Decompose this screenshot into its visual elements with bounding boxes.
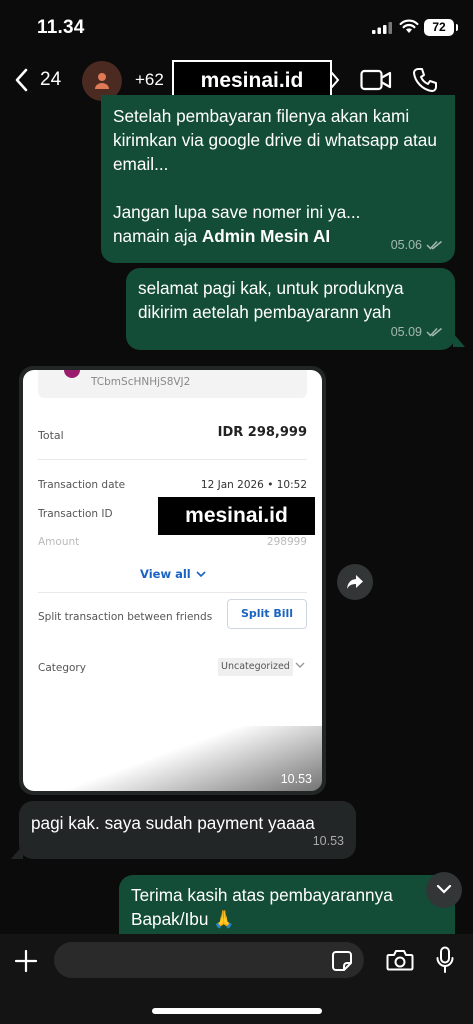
receipt-amount-value: 298999 (266, 536, 307, 548)
person-icon (95, 73, 109, 89)
message-time: 05.06 (390, 238, 422, 252)
status-time: 11.34 (37, 17, 85, 38)
message-meta: 05.09 (391, 320, 443, 344)
divider (38, 592, 307, 593)
status-bar: 11.34 72 (0, 0, 473, 52)
message-time: 05.09 (390, 325, 422, 339)
message-meta: 05.06 (391, 233, 443, 257)
chevron-down-icon (436, 884, 452, 894)
home-indicator[interactable] (152, 1008, 322, 1014)
battery-icon: 72 (424, 19, 458, 36)
camera-icon[interactable] (386, 948, 414, 972)
receipt-total-value: IDR 298,999 (217, 425, 307, 440)
watermark-label: mesinai.id (158, 497, 315, 535)
bubble-tail (453, 333, 465, 347)
bubble-tail (11, 845, 23, 859)
message-bubble-outgoing[interactable]: Terima kasih atas pembayarannya Bapak/Ib… (119, 875, 455, 937)
back-icon[interactable] (14, 68, 30, 92)
receipt-amount-label: Amount (38, 536, 80, 548)
plus-icon[interactable] (14, 949, 38, 973)
split-bill-button: Split Bill (227, 599, 307, 629)
receipt-total-label: Total (38, 429, 64, 442)
microphone-icon[interactable] (435, 946, 455, 974)
merchant-logo (64, 370, 80, 378)
message-bubble-outgoing[interactable]: Setelah pembayaran filenya akan kami kir… (101, 95, 455, 263)
sticker-icon[interactable] (331, 950, 353, 972)
receipt-id-label: Transaction ID (38, 508, 113, 520)
category-label: Category (38, 662, 86, 674)
image-shade (23, 726, 322, 791)
message-time: 10.53 (312, 834, 344, 848)
chevron-right-icon[interactable] (330, 71, 340, 89)
message-text-body: Setelah pembayaran filenya akan kami kir… (113, 106, 437, 246)
phone-icon[interactable] (412, 67, 438, 93)
message-meta: 10.53 (313, 829, 344, 853)
double-check-icon (426, 240, 442, 250)
chevron-down-icon (295, 662, 305, 668)
receipt-date-label: Transaction date (38, 479, 126, 491)
receipt-date-value: 12 Jan 2026 • 10:52 (200, 479, 307, 491)
battery-level: 72 (432, 20, 446, 34)
message-text: Setelah pembayaran filenya akan kami kir… (113, 104, 443, 248)
view-all-label: View all (140, 567, 191, 581)
divider (38, 459, 307, 460)
message-text: Terima kasih atas pembayarannya Bapak/Ib… (131, 885, 393, 929)
contact-number[interactable]: +62 (135, 70, 164, 90)
chevron-down-icon (196, 570, 206, 577)
signal-icon (372, 22, 392, 34)
receipt-reference: TCbmScHNHjS8VJ2 (91, 376, 191, 388)
video-call-icon[interactable] (360, 69, 392, 91)
view-all-link: View all (140, 567, 206, 581)
forward-button[interactable] (337, 564, 373, 600)
category-value: Uncategorized (218, 658, 293, 676)
back-unread-count[interactable]: 24 (40, 69, 61, 91)
double-check-icon (426, 327, 442, 337)
wifi-icon (399, 19, 419, 33)
receipt-header-card: TCbmScHNHjS8VJ2 (38, 370, 307, 398)
message-bold-name: Admin Mesin AI (201, 226, 331, 246)
message-text: pagi kak. saya sudah payment yaaaa (31, 813, 315, 833)
scroll-down-button[interactable] (426, 872, 462, 908)
image-message[interactable]: TCbmScHNHjS8VJ2 Total IDR 298,999 Transa… (19, 366, 326, 795)
forward-icon (347, 575, 363, 589)
split-transaction-label: Split transaction between friends (38, 611, 213, 623)
message-text: selamat pagi kak, untuk produknya dikiri… (138, 278, 404, 322)
message-input[interactable] (54, 942, 364, 978)
message-time: 10.53 (280, 772, 312, 786)
message-bubble-incoming[interactable]: pagi kak. saya sudah payment yaaaa 10.53 (19, 801, 356, 859)
message-bubble-outgoing[interactable]: selamat pagi kak, untuk produknya dikiri… (126, 268, 455, 350)
